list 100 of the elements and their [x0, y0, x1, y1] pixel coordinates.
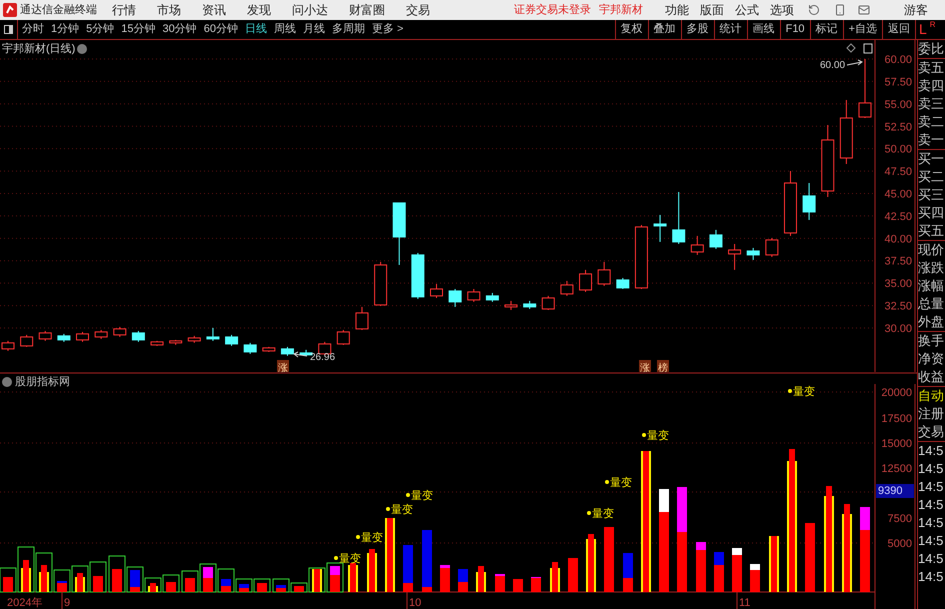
menu-item[interactable]: 问小达 — [292, 1, 328, 19]
time-axis-label: 10 — [409, 597, 422, 609]
toolbar-button[interactable]: 统计 — [714, 20, 747, 39]
toolbar-button[interactable]: 多股 — [680, 20, 714, 39]
volume-axis-label: 12500 — [881, 463, 912, 475]
mail-icon[interactable] — [858, 4, 870, 16]
volume-bar — [422, 530, 432, 592]
right-panel-toggle[interactable]: R — [930, 20, 936, 30]
candle — [206, 327, 220, 342]
quote-label: 总量 — [918, 295, 945, 313]
menu-item[interactable]: 选项 — [770, 1, 794, 19]
toolbar-button[interactable]: 叠加 — [648, 20, 681, 39]
price-axis-label: 40.00 — [884, 233, 912, 246]
login-status[interactable]: 证券交易未登录 — [514, 2, 591, 18]
price-axis-label: 57.50 — [884, 76, 912, 88]
period-tab[interactable]: 日线 — [245, 21, 267, 38]
candle — [560, 280, 574, 296]
volume-signal-label: 量变 — [793, 386, 815, 398]
phone-icon[interactable] — [834, 4, 846, 16]
period-tab[interactable]: 月线 — [303, 21, 325, 38]
candle — [411, 252, 424, 300]
period-tab[interactable]: 5分钟 — [86, 21, 114, 38]
dropdown-icon[interactable] — [77, 44, 88, 54]
candle — [690, 235, 704, 256]
period-tab[interactable]: 1分钟 — [51, 21, 80, 38]
price-axis-label: 52.50 — [884, 121, 912, 134]
toolbar-button[interactable]: 返回 — [882, 20, 915, 39]
volume-axis-label: 15000 — [881, 438, 912, 450]
left-panel-toggle[interactable]: L — [919, 20, 927, 38]
panel-icon[interactable] — [864, 44, 872, 54]
price-axis-label: 55.00 — [884, 98, 912, 111]
quote-label: 涨幅 — [918, 277, 945, 295]
candle — [150, 340, 164, 346]
toolbar-button[interactable]: 画线 — [746, 20, 780, 39]
arrow-icon — [293, 352, 308, 358]
candle — [448, 288, 462, 308]
candle — [374, 261, 388, 306]
volume-bar — [550, 562, 560, 592]
trade-time: 14:5 — [918, 514, 944, 532]
quote-label: 净资 — [918, 350, 945, 368]
period-tab[interactable]: 60分钟 — [204, 21, 238, 38]
dropdown-icon[interactable] — [2, 377, 12, 388]
time-axis-label: 9 — [64, 597, 70, 609]
quote-label: 买二 — [918, 168, 945, 186]
volume-bar — [732, 548, 742, 592]
signal-dot-icon — [406, 493, 410, 497]
candle — [598, 261, 611, 286]
signal-dot-icon — [642, 433, 646, 437]
menu-item[interactable]: 公式 — [735, 1, 759, 19]
menu-item[interactable]: 市场 — [157, 1, 181, 19]
candle — [634, 224, 648, 290]
candle — [336, 329, 350, 346]
volume-signal-label: 量变 — [339, 553, 361, 565]
trade-time: 14:5 — [918, 532, 944, 550]
candle — [840, 99, 853, 164]
toolbar-button[interactable]: +自选 — [842, 20, 882, 39]
toolbar-button[interactable]: 复权 — [614, 20, 648, 39]
candle — [467, 288, 480, 302]
period-tab[interactable]: 30分钟 — [162, 21, 197, 38]
quote-label: 涨跌 — [918, 259, 945, 277]
signal-badge: 榜 — [657, 360, 669, 372]
menu-item[interactable]: 功能 — [665, 1, 689, 19]
quote-label: 买一 — [918, 150, 945, 168]
volume-bar — [72, 566, 88, 592]
trade-time: 14:5 — [918, 496, 944, 514]
quote-label: 买三 — [918, 186, 945, 204]
toolbar-button[interactable]: F10 — [780, 20, 810, 39]
low-price-label: 26.96 — [310, 352, 336, 363]
volume-bar — [604, 527, 614, 592]
candle — [616, 277, 630, 290]
quote-label: 换手 — [918, 332, 945, 350]
sidebar-toggle-icon[interactable] — [4, 25, 13, 34]
menu-item[interactable]: 交易 — [406, 1, 430, 19]
refresh-icon[interactable] — [808, 4, 820, 16]
candle — [728, 243, 742, 270]
period-tab[interactable]: 周线 — [274, 21, 296, 38]
chart-title: 宇邦新材(日线) — [2, 42, 76, 57]
user-label[interactable]: 游客 — [904, 1, 928, 19]
toolbar-button[interactable]: 标记 — [810, 20, 843, 39]
volume-bar — [367, 549, 377, 592]
panel-link[interactable]: 注册 — [918, 405, 945, 423]
period-tab[interactable]: 分时 — [22, 21, 44, 38]
diamond-icon — [846, 43, 856, 53]
period-tab[interactable]: 更多 > — [372, 21, 404, 38]
menu-item[interactable]: 行情 — [112, 1, 136, 19]
menu-item[interactable]: 资讯 — [202, 1, 226, 19]
period-tab[interactable]: 多周期 — [332, 21, 365, 38]
volume-bar — [531, 577, 541, 592]
auto-mode-label[interactable]: 自动 — [918, 387, 945, 405]
menu-item[interactable]: 发现 — [247, 1, 271, 19]
menu-item[interactable]: 财富圈 — [349, 1, 385, 19]
candle — [430, 283, 443, 298]
panel-link[interactable]: 交易 — [918, 423, 945, 441]
volume-bar — [458, 569, 468, 592]
candle — [486, 292, 499, 302]
trade-time: 14:5 — [918, 568, 944, 586]
period-tab[interactable]: 15分钟 — [121, 21, 156, 38]
candle — [542, 295, 555, 310]
menu-item[interactable]: 版面 — [700, 1, 724, 19]
signal-dot-icon — [334, 556, 338, 560]
